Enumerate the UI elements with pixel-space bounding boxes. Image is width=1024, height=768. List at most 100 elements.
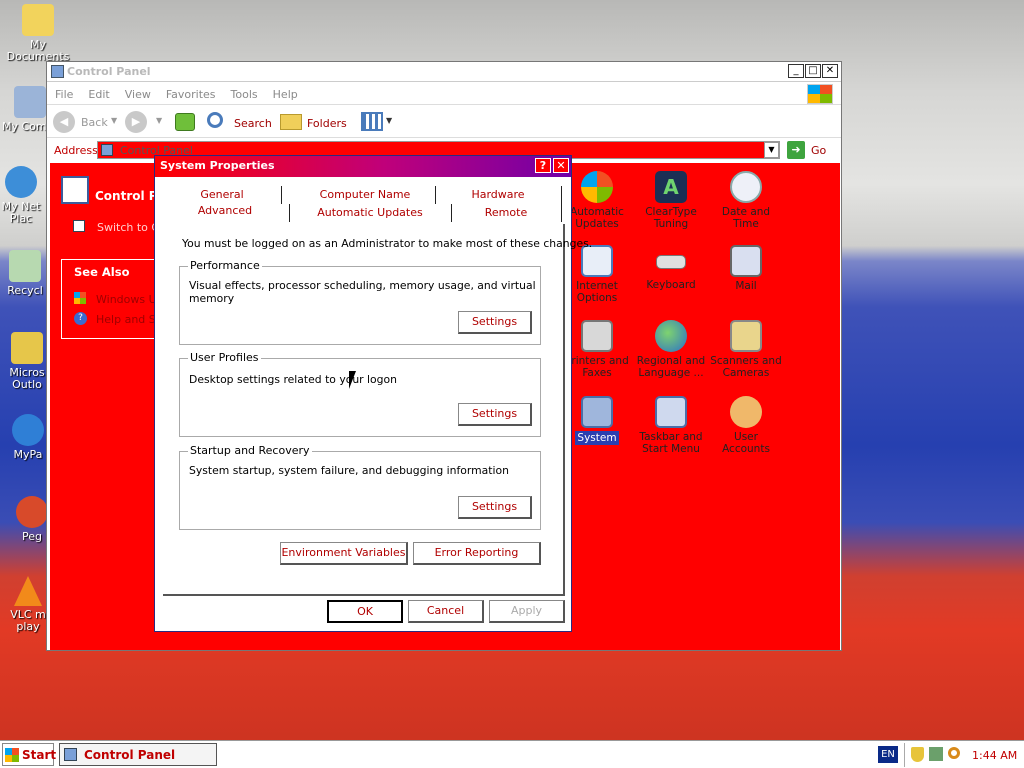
desktop-icon-recycle-bin[interactable]: Recycl — [4, 250, 46, 297]
environment-variables-button[interactable]: Environment Variables — [280, 542, 408, 565]
cp-item-taskbar-start-menu[interactable]: Taskbar and Start Menu — [635, 396, 707, 455]
chevron-down-icon: ▼ — [111, 116, 118, 125]
cp-item-scanners-cameras[interactable]: Scanners and Cameras — [710, 320, 782, 379]
menu-help[interactable]: Help — [265, 83, 305, 101]
tab-divider — [281, 186, 282, 204]
cp-item-date-time[interactable]: Date and Time — [710, 171, 782, 230]
views-button[interactable]: ▼ — [359, 110, 393, 134]
dialog-title-bar[interactable]: System Properties ? ✕ — [155, 156, 571, 177]
desktop-icon-peg[interactable]: Peg — [16, 496, 48, 543]
cleartype-icon: A — [655, 171, 687, 203]
tab-automatic-updates[interactable]: Automatic Updates — [313, 206, 427, 219]
cp-item-user-accounts[interactable]: User Accounts — [710, 396, 782, 455]
tab-page-advanced: You must be logged on as an Administrato… — [163, 224, 592, 596]
see-also-header: See Also — [62, 260, 156, 282]
tab-computer-name[interactable]: Computer Name — [315, 188, 415, 201]
performance-settings-button[interactable]: Settings — [458, 311, 532, 334]
tab-remote[interactable]: Remote — [481, 206, 531, 219]
taskbar: Start Control Panel EN 1:44 AM — [0, 740, 1024, 768]
printer-icon — [581, 320, 613, 352]
tab-hardware[interactable]: Hardware — [448, 188, 548, 201]
cp-item-label-selected: System — [575, 431, 619, 445]
windows-logo-icon — [5, 748, 19, 762]
cp-item-label: Keyboard — [646, 279, 696, 291]
vlc-icon — [14, 576, 42, 606]
group-title: Startup and Recovery — [188, 444, 312, 457]
recycle-bin-icon — [9, 250, 41, 282]
tab-divider — [561, 186, 562, 204]
folders-label: Folders — [307, 117, 347, 130]
toolbar: ◀ Back ▼ ▶ ▼ Search Folders ▼ — [47, 106, 841, 138]
taskbar-button-control-panel[interactable]: Control Panel — [59, 743, 217, 766]
windows-update-link[interactable]: Windows Up — [96, 293, 156, 306]
network-tray-icon[interactable] — [929, 747, 943, 761]
desktop-icon-network-places[interactable]: My Net Plac — [0, 166, 46, 225]
mail-icon — [730, 245, 762, 277]
close-button[interactable]: ✕ — [553, 158, 569, 173]
folders-button[interactable]: Folders — [280, 110, 347, 134]
switch-view-icon — [73, 220, 85, 232]
outlook-icon — [11, 332, 43, 364]
cp-item-label: Date and Time — [721, 206, 771, 230]
minimize-button[interactable]: _ — [788, 64, 804, 78]
search-button[interactable]: Search — [207, 110, 273, 134]
cp-item-mail[interactable]: Mail — [710, 245, 782, 292]
cp-item-label: Taskbar and Start Menu — [639, 431, 703, 455]
user-profiles-settings-button[interactable]: Settings — [458, 403, 532, 426]
ok-button[interactable]: OK — [327, 600, 403, 623]
address-dropdown-button[interactable]: ▼ — [764, 142, 779, 158]
system-icon — [581, 396, 613, 428]
startup-recovery-settings-button[interactable]: Settings — [458, 496, 532, 519]
apply-button[interactable]: Apply — [489, 600, 565, 623]
forward-arrow-icon: ▶ — [125, 111, 147, 133]
help-support-link[interactable]: Help and Sup — [96, 313, 156, 326]
desktop-icon-outlook[interactable]: Micros Outlo — [8, 332, 46, 391]
help-button[interactable]: ? — [535, 158, 551, 173]
dialog-title: System Properties — [160, 159, 275, 172]
desktop-icon-my-documents[interactable]: My Documents — [0, 4, 76, 63]
cp-item-regional-language[interactable]: Regional and Language ... — [635, 320, 707, 379]
desktop-icon-vlc[interactable]: VLC m play — [8, 576, 48, 633]
scanner-camera-icon — [730, 320, 762, 352]
cp-item-label: System — [577, 432, 617, 444]
window-title: Control Panel — [67, 65, 151, 78]
tab-advanced[interactable]: Advanced — [195, 204, 255, 217]
window-title-bar[interactable]: Control Panel _ □ ✕ — [47, 62, 841, 82]
user-profiles-group: User Profiles Desktop settings related t… — [179, 351, 541, 437]
tab-general[interactable]: General — [197, 188, 247, 201]
search-tray-icon[interactable] — [948, 747, 960, 759]
up-folder-button[interactable] — [173, 110, 197, 134]
cp-item-label: User Accounts — [722, 431, 770, 455]
cp-item-keyboard[interactable]: Keyboard — [635, 245, 707, 291]
forward-button[interactable]: ▶ ▼ — [125, 110, 165, 134]
error-reporting-button[interactable]: Error Reporting — [413, 542, 541, 565]
network-icon — [5, 166, 37, 198]
security-shield-icon[interactable] — [911, 747, 924, 762]
close-button[interactable]: ✕ — [822, 64, 838, 78]
menu-edit[interactable]: Edit — [80, 83, 116, 101]
menu-tools[interactable]: Tools — [223, 83, 265, 101]
menu-file[interactable]: File — [47, 83, 80, 101]
language-indicator[interactable]: EN — [878, 746, 898, 763]
see-also-title: See Also — [74, 265, 130, 279]
language-label: EN — [881, 749, 895, 760]
system-tray: 1:44 AM — [904, 743, 1022, 767]
back-button[interactable]: ◀ Back ▼ — [53, 110, 117, 134]
computer-icon — [14, 86, 46, 118]
desktop-icon-mypa[interactable]: MyPa — [10, 414, 46, 461]
mouse-cursor-icon — [349, 371, 356, 389]
menu-favorites[interactable]: Favorites — [158, 83, 223, 101]
control-panel-icon — [61, 176, 89, 204]
go-button[interactable]: ➜ Go — [787, 141, 837, 159]
menu-view[interactable]: View — [117, 83, 158, 101]
search-icon — [207, 112, 223, 128]
cp-item-cleartype-tuning[interactable]: A ClearType Tuning — [635, 171, 707, 230]
maximize-button[interactable]: □ — [805, 64, 821, 78]
cancel-button[interactable]: Cancel — [408, 600, 484, 623]
system-properties-dialog: System Properties ? ✕ General Computer N… — [154, 155, 592, 632]
clock-icon — [730, 171, 762, 203]
cp-item-label: Scanners and Cameras — [710, 355, 782, 379]
group-title: User Profiles — [188, 351, 261, 364]
start-button[interactable]: Start — [2, 743, 56, 766]
cp-item-label: Mail — [735, 280, 757, 292]
